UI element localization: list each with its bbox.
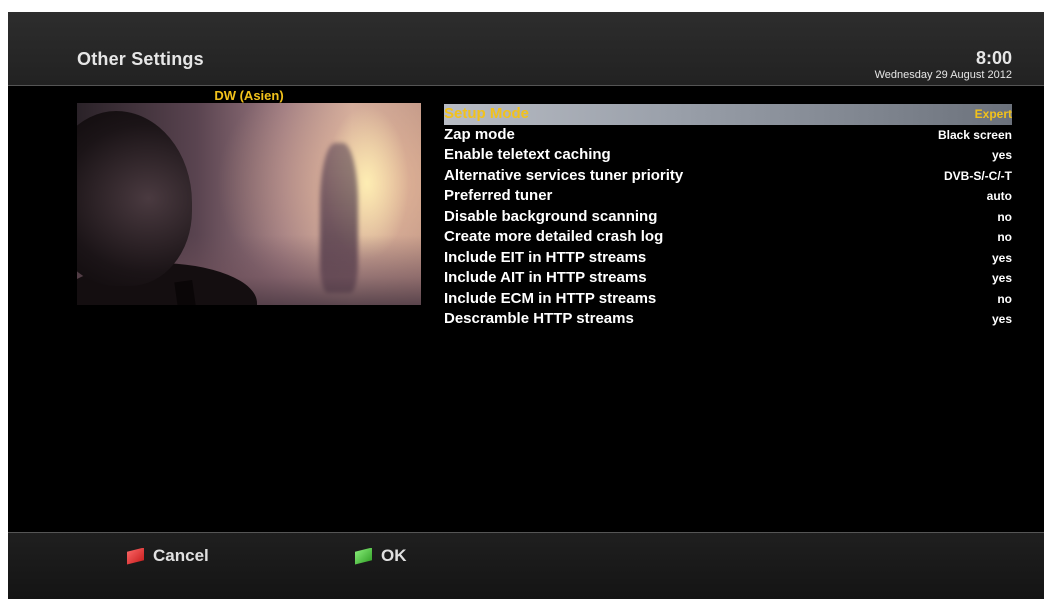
header-bar: Other Settings 8:00 Wednesday 29 August … (8, 12, 1044, 86)
cancel-label: Cancel (153, 546, 209, 565)
setting-value: no (997, 209, 1012, 224)
tv-screen: Other Settings 8:00 Wednesday 29 August … (8, 12, 1044, 599)
setting-row-ait-http[interactable]: Include AIT in HTTP streams yes (444, 268, 1012, 289)
page-title: Other Settings (77, 49, 204, 69)
clock-date: Wednesday 29 August 2012 (874, 69, 1012, 81)
setting-value: yes (991, 148, 1012, 162)
video-preview (77, 103, 421, 305)
setting-label: Descramble HTTP streams (444, 310, 634, 327)
setting-row-preferred-tuner[interactable]: Preferred tuner auto (444, 186, 1012, 207)
settings-list: Setup Mode Expert Zap mode Black screen … (444, 104, 1012, 330)
setting-value: Black screen (937, 127, 1012, 142)
setting-label: Alternative services tuner priority (444, 166, 684, 184)
cancel-button[interactable]: Cancel (127, 546, 209, 566)
ok-label: OK (381, 546, 407, 565)
setting-label: Preferred tuner (444, 187, 553, 204)
setting-row-tuner-priority[interactable]: Alternative services tuner priority DVB-… (444, 166, 1012, 187)
clock-time: 8:00 (975, 48, 1012, 68)
setting-label: Setup Mode (444, 105, 529, 122)
setting-value: DVB-S/-C/-T (944, 168, 1012, 183)
setting-value: auto (986, 189, 1012, 203)
setting-label: Zap mode (444, 125, 515, 143)
setting-row-crash-log[interactable]: Create more detailed crash log no (444, 227, 1012, 248)
setting-value: no (997, 291, 1012, 306)
setting-value: yes (991, 250, 1012, 265)
setting-row-background-scanning[interactable]: Disable background scanning no (444, 207, 1012, 228)
red-key-icon (127, 547, 144, 565)
setting-label: Create more detailed crash log (444, 228, 664, 245)
preview-head (77, 111, 192, 286)
setting-value: yes (991, 271, 1012, 285)
setting-row-eit-http[interactable]: Include EIT in HTTP streams yes (444, 248, 1012, 269)
setting-row-setup-mode[interactable]: Setup Mode Expert (444, 104, 1012, 125)
ok-button[interactable]: OK (355, 546, 407, 566)
setting-row-teletext-caching[interactable]: Enable teletext caching yes (444, 145, 1012, 166)
green-key-icon (355, 547, 372, 565)
setting-value: no (997, 230, 1012, 244)
setting-label: Disable background scanning (444, 207, 658, 225)
setting-value: Expert (974, 107, 1012, 121)
footer-bar: Cancel OK (8, 532, 1044, 599)
setting-row-ecm-http[interactable]: Include ECM in HTTP streams no (444, 289, 1012, 310)
channel-name: DW (Asien) (214, 88, 284, 103)
setting-label: Enable teletext caching (444, 146, 611, 163)
setting-label: Include ECM in HTTP streams (444, 289, 657, 307)
setting-label: Include AIT in HTTP streams (444, 269, 647, 286)
setting-value: yes (991, 312, 1012, 326)
setting-row-descramble-http[interactable]: Descramble HTTP streams yes (444, 309, 1012, 330)
setting-row-zap-mode[interactable]: Zap mode Black screen (444, 125, 1012, 146)
setting-label: Include EIT in HTTP streams (444, 248, 647, 266)
